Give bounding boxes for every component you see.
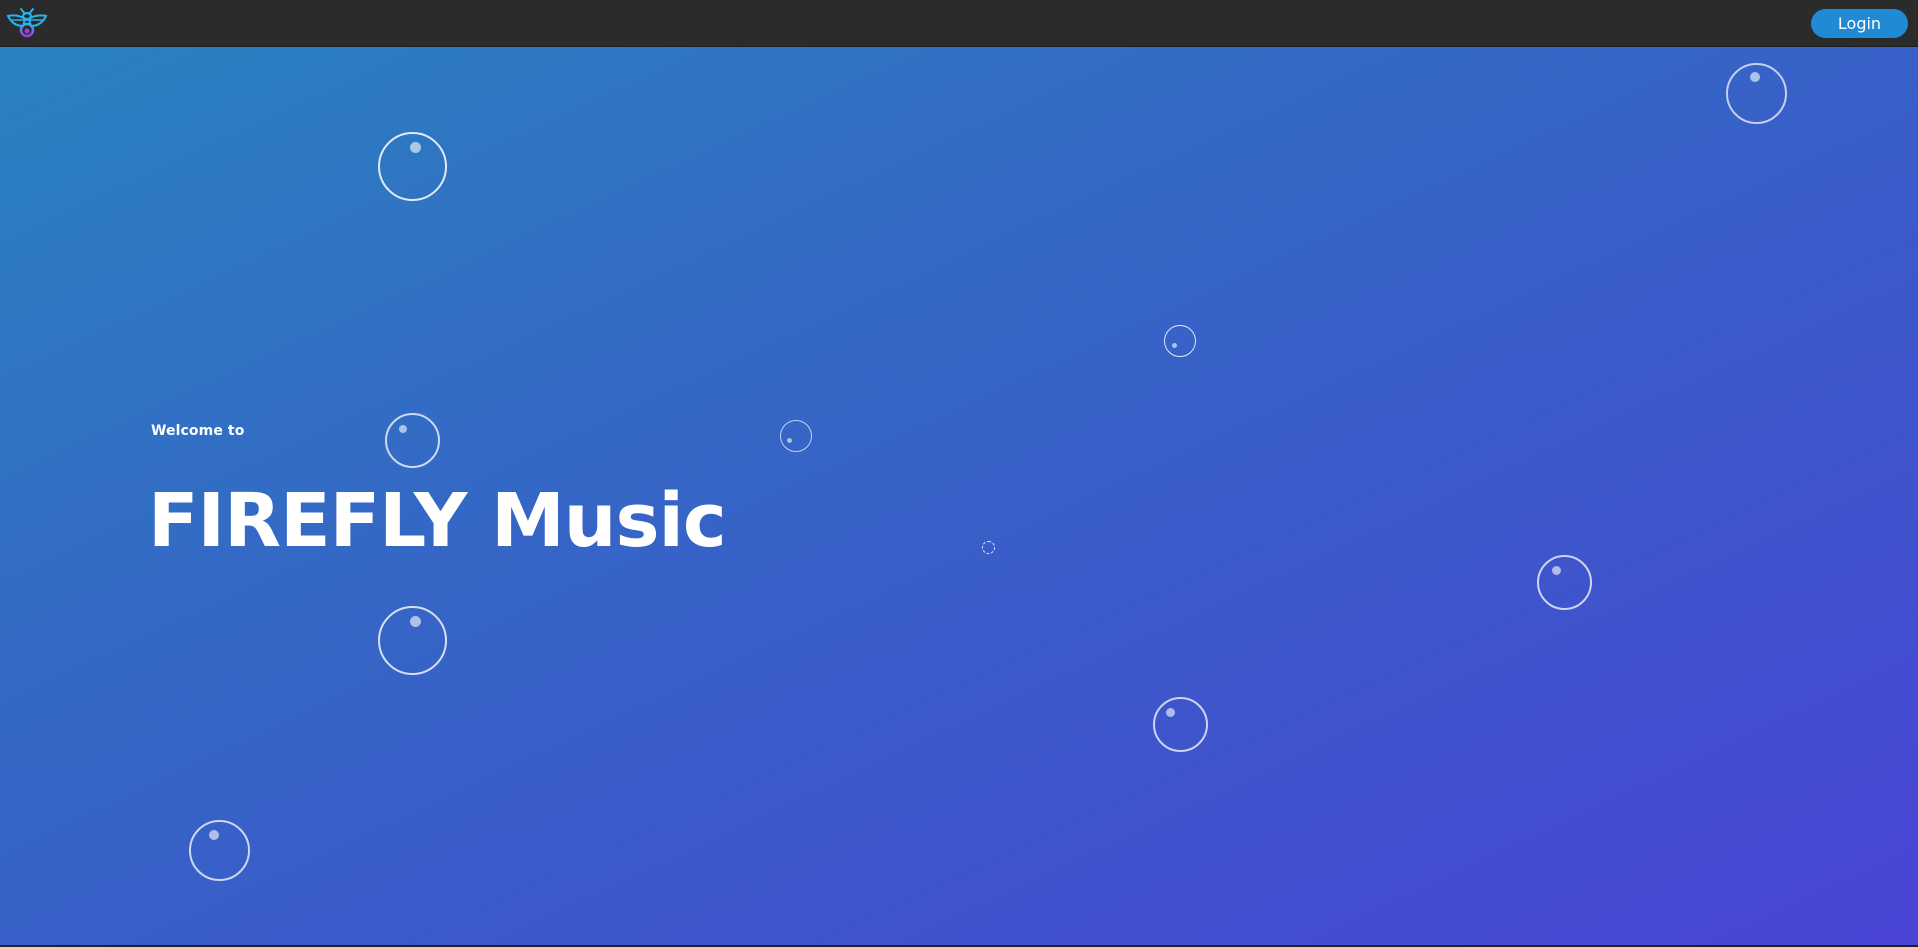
bubble-icon [378, 606, 447, 675]
bubble-icon [385, 413, 440, 468]
top-nav-bar: Login [0, 0, 1918, 47]
bubble-icon [1164, 325, 1196, 357]
bubble-icon [378, 132, 447, 201]
firefly-logo-icon[interactable] [6, 6, 48, 40]
welcome-text: Welcome to [151, 423, 245, 439]
login-button[interactable]: Login [1811, 9, 1908, 38]
bubble-icon [189, 820, 250, 881]
bubble-icon [1726, 63, 1787, 124]
bubble-icon [1153, 697, 1208, 752]
page-title: FIREFLY Music [148, 478, 727, 564]
bubble-icon [780, 420, 812, 452]
bubble-icon [1537, 555, 1592, 610]
bubble-icon [982, 541, 995, 554]
